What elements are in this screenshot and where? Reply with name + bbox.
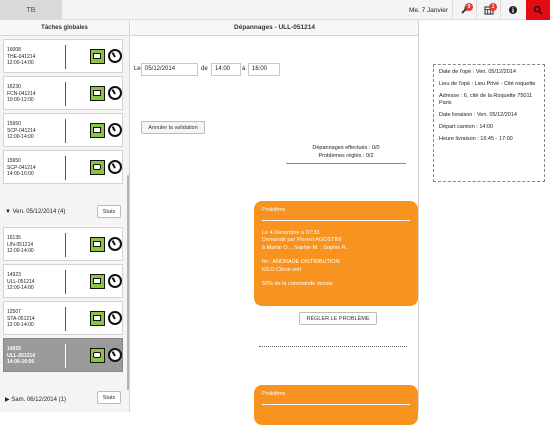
- task-time: 12:00-14:00: [7, 285, 34, 291]
- info-op-place: Lieu de l'opé : Lieu Privé - Cité roquet…: [439, 81, 536, 87]
- problem-card: Problème Le 4 Décembre à 07:33 Demandé p…: [254, 201, 418, 306]
- problem-date: Le 4 Décembre à 07:33: [262, 229, 320, 236]
- clock-icon: [108, 123, 122, 137]
- group-header-friday[interactable]: ▼ Ven. 05/12/2014 (4): [5, 209, 65, 215]
- a-label: à: [242, 66, 246, 72]
- wrench-badge: 9: [465, 3, 473, 11]
- info-op-date: Date de l'opé : Ven. 05/12/2014: [439, 69, 516, 75]
- info-delivery-time: Heure livraison : 16:45 - 17:00: [439, 136, 513, 142]
- task-time: 14:00-16:00: [7, 171, 34, 177]
- stats-button[interactable]: Stats: [97, 391, 121, 404]
- search-button[interactable]: [526, 0, 550, 20]
- clock-icon: [108, 311, 122, 325]
- le-label: Le: [134, 66, 141, 72]
- global-tasks-panel: Tâches globales 16008 THE-041214 12:00-14:…: [0, 20, 130, 412]
- car-icon: [90, 237, 105, 252]
- clock-icon: [108, 160, 122, 174]
- dotted-divider: [259, 346, 407, 347]
- task-card[interactable]: 16230 FCN-041214 10:00-12:00: [3, 76, 123, 110]
- end-time-field[interactable]: 16:00: [248, 63, 280, 76]
- problem-recipients: à Martin O. , Sophie M. , Sophie R.: [262, 244, 348, 251]
- scrollbar[interactable]: [127, 175, 129, 390]
- problem-header: Problème: [262, 391, 410, 405]
- task-card[interactable]: 16008 THE-041214 12:00-14:00: [3, 39, 123, 73]
- clock-icon: [108, 348, 122, 362]
- page-title: Dépannages - ULL-051214: [131, 20, 418, 36]
- problem-header: Problème: [262, 207, 410, 221]
- info-icon: [508, 6, 517, 14]
- car-icon: [90, 123, 105, 138]
- wrench-button[interactable]: 9: [452, 0, 476, 20]
- calendar-badge: 1: [489, 3, 497, 11]
- task-card[interactable]: 14923 ULL-051214 12:00-14:00: [3, 264, 123, 298]
- task-time: 12:00-14:00: [7, 248, 34, 254]
- group-header-saturday[interactable]: ▶ Sam. 06/12/2014 (1): [5, 396, 66, 403]
- panel-title: Tâches globales: [0, 20, 129, 36]
- task-card[interactable]: 15950 SCP-041214 12:00-14:00: [3, 113, 123, 147]
- clock-icon: [108, 49, 122, 63]
- car-icon: [90, 49, 105, 64]
- task-card[interactable]: 12507 STA-051214 12:00-14:00: [3, 301, 123, 335]
- divider: [286, 163, 406, 164]
- task-time: 10:00-12:00: [7, 97, 34, 103]
- task-card[interactable]: 16135 LIN-051214 12:00-14:00: [3, 227, 123, 261]
- problem-requester: Demandé par Florent AGOSTINI: [262, 237, 342, 243]
- info-button[interactable]: [500, 0, 524, 20]
- start-time-field[interactable]: 14:00: [211, 63, 241, 76]
- problem-description: 50% de la commande moisie: [262, 281, 333, 287]
- info-truck-departure: Départ camion : 14:00: [439, 124, 494, 130]
- problem-product: KILO Citron vert: [262, 266, 302, 273]
- van-icon: [90, 348, 105, 363]
- van-icon: [90, 160, 105, 175]
- car-icon: [90, 311, 105, 326]
- de-label: de: [201, 66, 208, 72]
- operation-info-box: Date de l'opé : Ven. 05/12/2014 Lieu de …: [433, 64, 545, 182]
- car-icon: [90, 274, 105, 289]
- task-card[interactable]: 15950 SCP-041214 14:00-16:00: [3, 150, 123, 184]
- task-time: 14:00-16:00: [7, 359, 35, 365]
- stats-button[interactable]: Stats: [97, 205, 121, 218]
- current-date: Me. 7 Janvier: [408, 6, 448, 14]
- cancel-validation-button[interactable]: Annuler la validation: [141, 121, 205, 134]
- task-time: 12:00-14:00: [7, 322, 34, 328]
- search-icon: [533, 5, 543, 15]
- top-bar: TB Me. 7 Janvier 9 1: [0, 0, 550, 20]
- problem-supplier: fm : ANDRADE DISTRIBUTION: [262, 259, 340, 265]
- clock-icon: [108, 274, 122, 288]
- task-time: 12:00-14:00: [7, 60, 34, 66]
- task-card-selected[interactable]: 14923 ULL-051214 14:00-16:00: [3, 338, 123, 372]
- counts-summary: Dépannages effectués : 0/0 Problèmes rég…: [291, 144, 401, 160]
- clock-icon: [108, 86, 122, 100]
- clock-icon: [108, 237, 122, 251]
- repairs-panel: Dépannages - ULL-051214 Le 05/12/2014 de…: [131, 20, 419, 425]
- info-delivery-date: Date livraison : Ven. 05/12/2014: [439, 112, 517, 118]
- problem-card: Problème: [254, 385, 418, 425]
- tab-tb[interactable]: TB: [0, 0, 62, 20]
- task-time: 12:00-14:00: [7, 134, 34, 140]
- operation-info-panel: Date de l'opé : Ven. 05/12/2014 Lieu de …: [420, 20, 550, 412]
- calendar-button[interactable]: 1: [476, 0, 500, 20]
- car-icon: [90, 86, 105, 101]
- date-field[interactable]: 05/12/2014: [141, 63, 198, 76]
- info-address: Adresse : 6, cité de la Roquette 75011 P…: [439, 93, 533, 106]
- fix-problem-button[interactable]: RÉGLER LE PROBLÈME: [299, 312, 377, 325]
- problems-count: Problèmes réglés : 0/2: [318, 153, 374, 159]
- repairs-count: Dépannages effectués : 0/0: [312, 145, 380, 151]
